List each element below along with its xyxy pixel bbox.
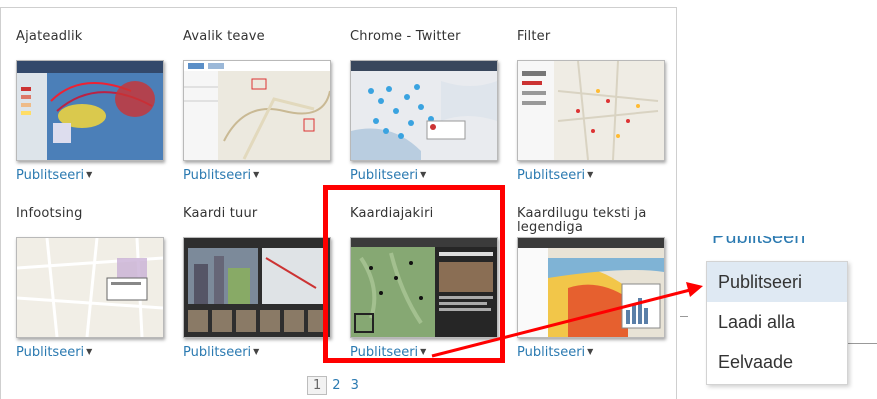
page-2[interactable]: 2 — [327, 378, 345, 393]
card-title: Avalik teave — [183, 29, 265, 44]
publish-button[interactable]: Publitseeri ▼ — [350, 345, 426, 360]
template-gallery: Ajateadlik Publitseeri ▼ Avalik teave Pu… — [0, 7, 677, 399]
card-title: Kaardiajakiri — [350, 206, 434, 221]
template-card-kaardiajakiri: Kaardiajakiri Publitseeri ▼ — [350, 206, 500, 360]
template-card-avalik-teave: Avalik teave Publitseeri ▼ — [183, 29, 333, 183]
page-1[interactable]: 1 — [307, 376, 328, 395]
publish-label: Publitseeri — [517, 168, 586, 183]
publish-label: Publitseeri — [16, 168, 85, 183]
publish-label: Publitseeri — [517, 345, 586, 360]
publish-dropdown-menu: Publitseeri Laadi alla Eelvaade — [706, 261, 848, 385]
pagination: 1 2 3 — [307, 376, 364, 395]
publish-button[interactable]: Publitseeri ▼ — [16, 345, 92, 360]
template-thumbnail[interactable] — [183, 237, 331, 338]
template-card-kaardi-tuur: Kaardi tuur Publitseeri ▼ — [183, 206, 333, 360]
template-card-filter: Filter Publitseeri ▼ — [517, 29, 667, 183]
template-thumbnail[interactable] — [350, 237, 498, 338]
caret-down-icon: ▼ — [420, 347, 427, 356]
card-title: Chrome - Twitter — [350, 29, 461, 44]
divider — [680, 316, 688, 317]
page-3[interactable]: 3 — [346, 378, 364, 393]
card-title: Filter — [517, 29, 551, 44]
template-thumbnail[interactable] — [16, 60, 164, 161]
template-thumbnail[interactable] — [517, 237, 665, 338]
menu-item-laadi-alla[interactable]: Laadi alla — [707, 302, 847, 342]
publish-button[interactable]: Publitseeri ▼ — [517, 168, 593, 183]
dropdown-header-partial: Publitseeri — [712, 236, 806, 248]
template-thumbnail[interactable] — [350, 60, 498, 161]
publish-button[interactable]: Publitseeri ▼ — [183, 168, 259, 183]
template-card-infootsing: Infootsing Publitseeri ▼ — [16, 206, 166, 360]
caret-down-icon: ▼ — [587, 347, 594, 356]
publish-label: Publitseeri — [350, 168, 419, 183]
caret-down-icon: ▼ — [253, 347, 260, 356]
publish-button[interactable]: Publitseeri ▼ — [517, 345, 593, 360]
caret-down-icon: ▼ — [587, 170, 594, 179]
publish-button[interactable]: Publitseeri ▼ — [183, 345, 259, 360]
publish-button[interactable]: Publitseeri ▼ — [16, 168, 92, 183]
divider — [847, 343, 877, 344]
card-title: Kaardilugu teksti ja legendiga — [517, 206, 647, 235]
template-thumbnail[interactable] — [517, 60, 665, 161]
publish-label: Publitseeri — [183, 345, 252, 360]
publish-button[interactable]: Publitseeri ▼ — [350, 168, 426, 183]
menu-item-publitseeri[interactable]: Publitseeri — [707, 262, 847, 302]
template-card-chrome-twitter: Chrome - Twitter Publitseeri ▼ — [350, 29, 500, 183]
caret-down-icon: ▼ — [253, 170, 260, 179]
publish-label: Publitseeri — [16, 345, 85, 360]
card-title: Ajateadlik — [16, 29, 83, 44]
template-card-kaardilugu: Kaardilugu teksti ja legendiga Publitsee… — [517, 206, 667, 360]
card-title: Infootsing — [16, 206, 83, 221]
menu-item-eelvaade[interactable]: Eelvaade — [707, 342, 847, 382]
template-card-ajateadlik: Ajateadlik Publitseeri ▼ — [16, 29, 166, 183]
publish-label: Publitseeri — [183, 168, 252, 183]
caret-down-icon: ▼ — [86, 170, 93, 179]
caret-down-icon: ▼ — [86, 347, 93, 356]
template-thumbnail[interactable] — [183, 60, 331, 161]
card-title: Kaardi tuur — [183, 206, 258, 221]
caret-down-icon: ▼ — [420, 170, 427, 179]
template-thumbnail[interactable] — [16, 237, 164, 338]
publish-label: Publitseeri — [350, 345, 419, 360]
